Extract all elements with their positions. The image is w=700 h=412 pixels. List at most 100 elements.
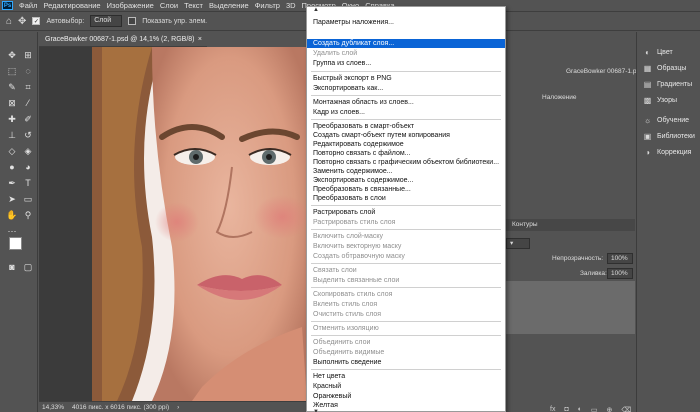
menu-item-group-from-layers[interactable]: Группа из слоев... [307,59,505,68]
eraser-icon[interactable]: ◇ [4,144,20,158]
eyedropper-icon[interactable]: ⁄ [20,96,36,110]
menu-item-new-smart-object-copy[interactable]: Создать смарт-объект путем копирования [307,131,505,140]
lasso-icon[interactable]: ◌ [20,64,36,78]
menu-item-artboard-from-layers[interactable]: Монтажная область из слоев... [307,98,505,107]
screen-mode-icon[interactable]: ▢ [20,260,36,274]
menu-edit[interactable]: Редактирование [40,1,103,10]
panel-learn[interactable]: ☼ Обучение [643,114,689,126]
menu-item-color-none[interactable]: Нет цвета [307,372,505,381]
menu-item-blending-options[interactable]: Параметры наложения... [307,18,505,27]
menu-item-convert-to-linked[interactable]: Преобразовать в связанные... [307,185,505,194]
panel-gradients-label: Градиенты [657,80,693,88]
menu-item-quick-export-png[interactable]: Быстрый экспорт в PNG [307,74,505,83]
panel-swatches[interactable]: ▦ Образцы [643,62,687,74]
home-icon[interactable]: ⌂ [6,16,12,27]
pen-icon[interactable]: ✒ [4,176,20,190]
menu-item-relink-file[interactable]: Повторно связать с файлом... [307,149,505,158]
fx-icon[interactable]: fx [550,406,555,412]
menu-file[interactable]: Файл [16,1,40,10]
menu-item-paste-layer-style[interactable]: Вклеить стиль слоя [307,300,505,309]
menu-item-enable-layer-mask[interactable]: Включить слой-маску [307,232,505,241]
status-arrow-icon[interactable]: › [177,404,179,411]
type-icon[interactable]: T [20,176,36,190]
menu-select[interactable]: Выделение [206,1,252,10]
photoshop-logo[interactable]: Ps [2,1,13,10]
move-tool-icon[interactable]: ✥ [18,16,26,27]
menu-text[interactable]: Текст [181,1,206,10]
dodge-icon[interactable]: ◕ [20,160,36,174]
panel-patterns[interactable]: ▩ Узоры [643,94,677,106]
panel-gradients[interactable]: ▤ Градиенты [643,78,692,90]
panel-color[interactable]: ◐ Цвет [643,46,673,58]
menu-item-clear-layer-style[interactable]: Очистить стиль слоя [307,310,505,319]
quick-mask-icon[interactable]: ◙ [4,260,20,274]
menu-item-convert-smart-object[interactable]: Преобразовать в смарт-объект [307,122,505,131]
new-layer-icon[interactable]: ⊕ [607,406,613,412]
new-group-icon[interactable]: ▭ [591,406,598,412]
menu-item-frame-from-layers[interactable]: Кадр из слоев... [307,108,505,117]
hand-icon[interactable]: ✋ [4,208,20,222]
menu-item-merge-visible[interactable]: Объединить видимые [307,348,505,357]
panel-patterns-label: Узоры [657,96,678,104]
stamp-icon[interactable]: ⊥ [4,128,20,142]
panel-libraries[interactable]: ▣ Библиотеки [643,130,695,142]
foreground-color-swatch[interactable] [9,237,22,250]
menu-3d[interactable]: 3D [283,1,299,10]
path-select-icon[interactable]: ➤ [4,192,20,206]
fill-field[interactable]: 100% [607,268,633,279]
menu-item-release-isolation[interactable]: Отменить изоляцию [307,324,505,333]
menu-layers[interactable]: Слои [157,1,181,10]
autoselect-dropdown[interactable]: Слой [90,15,123,27]
menu-item-duplicate-layer[interactable]: Создать дубликат слоя... [307,39,505,48]
brush-icon[interactable]: ✐ [20,112,36,126]
opacity-field[interactable]: 100% [607,253,633,264]
tab-paths[interactable]: Контуры [512,221,538,228]
menu-item-replace-contents[interactable]: Заменить содержимое... [307,167,505,176]
quick-select-icon[interactable]: ✎ [4,80,20,94]
menu-item-edit-contents[interactable]: Редактировать содержимое [307,140,505,149]
add-mask-icon[interactable]: ◘ [564,406,568,412]
menu-item-rasterize-layer[interactable]: Растрировать слой [307,208,505,217]
history-brush-icon[interactable]: ↺ [20,128,36,142]
menu-item-color-orange[interactable]: Оранжевый [307,392,505,401]
zoom-icon[interactable]: ⚲ [20,208,36,222]
zoom-level[interactable]: 14,33% [42,404,64,411]
frame-icon[interactable]: ⊠ [4,96,20,110]
menu-item-rasterize-style[interactable]: Растрировать стиль слоя [307,218,505,227]
scroll-up-icon[interactable]: ▲ [313,7,319,13]
adjustment-icon[interactable]: ◐ [578,406,582,412]
trash-icon[interactable]: ⌫ [621,406,631,412]
menu-item-color-red[interactable]: Красный [307,382,505,391]
menu-image[interactable]: Изображение [104,1,157,10]
menu-item-relink-library[interactable]: Повторно связать с графическим объектом … [307,158,505,167]
panel-adjustments[interactable]: ◑ Коррекция [643,146,691,158]
menu-item-copy-layer-style[interactable]: Скопировать стиль слоя [307,290,505,299]
menu-item-convert-to-layers[interactable]: Преобразовать в слои [307,194,505,203]
menu-item-delete-layer[interactable]: Удалить слой [307,49,505,58]
document-tab[interactable]: GraceBowker 00687-1.psd @ 14,1% (2, RGB/… [39,32,207,58]
move-icon[interactable]: ✥ [4,48,20,62]
menu-item-export-as[interactable]: Экспортировать как... [307,84,505,93]
bucket-icon[interactable]: ◈ [20,144,36,158]
autoselect-checkbox[interactable]: ✓ [32,17,41,25]
shape-icon[interactable]: ▭ [20,192,36,206]
menu-item-link-layers[interactable]: Связать слои [307,266,505,275]
crop-icon[interactable]: ⌗ [20,80,36,94]
menu-item-flatten-image[interactable]: Выполнить сведение [307,358,505,367]
menu-item-create-clipping-mask[interactable]: Создать обтравочную маску [307,252,505,261]
artboard-icon[interactable]: ⊞ [20,48,36,62]
blur-icon[interactable]: ● [4,160,20,174]
layer-filter-dropdown[interactable]: ▾ [506,238,530,249]
close-icon[interactable]: × [198,32,202,46]
menu-item-select-linked-layers[interactable]: Выделить связанные слои [307,276,505,285]
menu-item-color-yellow[interactable]: Желтая [307,401,505,410]
show-controls-checkbox[interactable] [128,17,137,25]
menu-filter[interactable]: Фильтр [252,1,283,10]
menu-item-merge-layers[interactable]: Объединить слои [307,338,505,347]
menu-item-export-contents[interactable]: Экспортировать содержимое... [307,176,505,185]
marquee-icon[interactable]: ⬚ [4,64,20,78]
menu-item-enable-vector-mask[interactable]: Включить векторную маску [307,242,505,251]
healing-icon[interactable]: ✚ [4,112,20,126]
selected-layer-row[interactable] [502,281,635,334]
more-tools-icon[interactable]: ⋯ [4,224,20,238]
